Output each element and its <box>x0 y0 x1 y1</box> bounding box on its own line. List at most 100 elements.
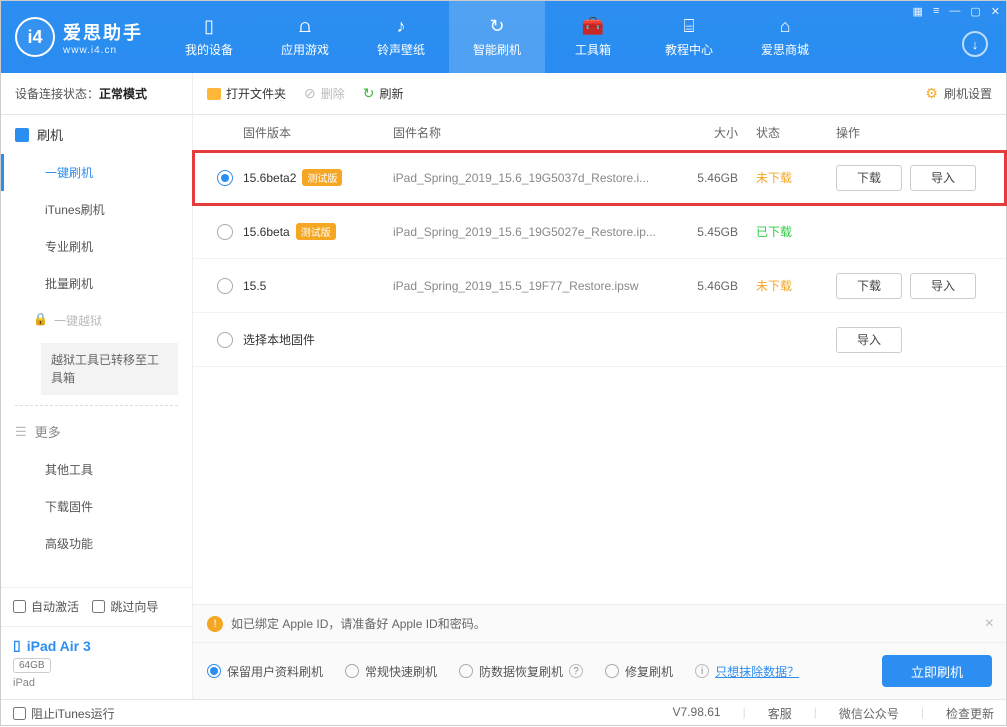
sidebar-item-download[interactable]: 下载固件 <box>1 488 192 525</box>
check-update-link[interactable]: 检查更新 <box>946 705 994 722</box>
logo: i4 爱思助手 www.i4.cn <box>1 1 161 73</box>
row-radio[interactable] <box>217 224 233 240</box>
row-radio[interactable] <box>217 170 233 186</box>
row-ops: 下载导入 <box>836 165 1006 191</box>
app-subtitle: www.i4.cn <box>63 45 143 56</box>
phone-icon: ▯ <box>204 16 214 37</box>
opt-normal[interactable]: 常规快速刷机 <box>345 663 437 680</box>
row-radio[interactable] <box>217 278 233 294</box>
import-button[interactable]: 导入 <box>910 273 976 299</box>
flash-icon <box>15 128 29 142</box>
import-button[interactable]: 导入 <box>836 327 902 353</box>
flash-settings-button[interactable]: ⚙刷机设置 <box>925 85 992 102</box>
sidebar-item-advanced[interactable]: 高级功能 <box>1 525 192 562</box>
delete-button[interactable]: ⊘删除 <box>304 85 345 102</box>
firmware-size: 5.46GB <box>676 279 756 293</box>
alert-text: 如已绑定 Apple ID，请准备好 Apple ID和密码。 <box>231 615 486 632</box>
folder-icon <box>207 88 221 100</box>
minimize-icon[interactable]: — <box>949 5 960 18</box>
main-panel: 固件版本 固件名称 大小 状态 操作 15.6beta2测试版iPad_Spri… <box>193 115 1006 699</box>
firmware-size: 5.45GB <box>676 225 756 239</box>
sidebar-item-batch[interactable]: 批量刷机 <box>1 265 192 302</box>
grid-view-icon[interactable]: ▦ <box>913 5 923 18</box>
sidebar-flash-head[interactable]: 刷机 <box>1 115 192 154</box>
opt-erase-link[interactable]: i只想抹除数据？ <box>695 663 799 680</box>
close-icon[interactable]: ✕ <box>991 5 1000 18</box>
import-button[interactable]: 导入 <box>910 165 976 191</box>
firmware-version: 选择本地固件 <box>243 331 315 348</box>
nav-toolbox[interactable]: 🧰工具箱 <box>545 1 641 73</box>
th-size: 大小 <box>676 124 756 141</box>
wechat-link[interactable]: 微信公众号 <box>839 705 899 722</box>
service-link[interactable]: 客服 <box>768 705 792 722</box>
table-row[interactable]: 15.6beta2测试版iPad_Spring_2019_15.6_19G503… <box>193 151 1006 205</box>
app-header: i4 爱思助手 www.i4.cn ▯我的设备 ⩍应用游戏 ♪铃声壁纸 ↻智能刷… <box>1 1 1006 73</box>
flash-options: 保留用户资料刷机 常规快速刷机 防数据恢复刷机? 修复刷机 i只想抹除数据？ 立… <box>193 643 1006 699</box>
music-icon: ♪ <box>397 16 406 37</box>
auto-activate-checkbox[interactable]: 自动激活 <box>13 598 79 615</box>
sidebar-item-pro[interactable]: 专业刷机 <box>1 228 192 265</box>
row-radio[interactable] <box>217 332 233 348</box>
more-icon: ☰ <box>15 424 27 440</box>
sidebar-item-oneclick[interactable]: 一键刷机 <box>1 154 192 191</box>
download-button[interactable]: 下载 <box>836 273 902 299</box>
firmware-status: 未下载 <box>756 277 836 294</box>
warning-icon: ! <box>207 616 223 632</box>
nav-my-device[interactable]: ▯我的设备 <box>161 1 257 73</box>
info-icon: i <box>695 664 709 678</box>
apps-icon: ⩍ <box>299 16 311 37</box>
connection-status: 设备连接状态：正常模式 <box>1 73 193 115</box>
maximize-icon[interactable]: ▢ <box>970 5 980 18</box>
alert-close-button[interactable]: × <box>985 615 994 633</box>
device-type: iPad <box>13 677 180 689</box>
sidebar-item-other[interactable]: 其他工具 <box>1 451 192 488</box>
sidebar-item-itunes[interactable]: iTunes刷机 <box>1 191 192 228</box>
firmware-filename: iPad_Spring_2019_15.6_19G5027e_Restore.i… <box>393 225 676 239</box>
download-button[interactable]: 下载 <box>836 165 902 191</box>
table-row[interactable]: 选择本地固件 导入 <box>193 313 1006 367</box>
sidebar-more-head[interactable]: ☰更多 <box>1 412 192 451</box>
list-view-icon[interactable]: ≡ <box>933 5 939 18</box>
firmware-status: 未下载 <box>756 169 836 186</box>
start-flash-button[interactable]: 立即刷机 <box>882 655 992 687</box>
th-status: 状态 <box>756 124 836 141</box>
refresh-icon: ↻ <box>363 85 375 102</box>
nav-tutorial[interactable]: ⌸教程中心 <box>641 1 737 73</box>
table-body: 15.6beta2测试版iPad_Spring_2019_15.6_19G503… <box>193 151 1006 367</box>
opt-keep-data[interactable]: 保留用户资料刷机 <box>207 663 323 680</box>
table-row[interactable]: 15.5iPad_Spring_2019_15.5_19F77_Restore.… <box>193 259 1006 313</box>
bottom-panel: ! 如已绑定 Apple ID，请准备好 Apple ID和密码。 × 保留用户… <box>193 604 1006 699</box>
device-icon: ▯ <box>13 637 21 654</box>
alert-bar: ! 如已绑定 Apple ID，请准备好 Apple ID和密码。 × <box>193 605 1006 643</box>
opt-repair[interactable]: 修复刷机 <box>605 663 673 680</box>
refresh-button[interactable]: ↻刷新 <box>363 85 404 102</box>
sidebar-bottom-options: 自动激活 跳过向导 <box>1 587 192 626</box>
nav-media[interactable]: ♪铃声壁纸 <box>353 1 449 73</box>
download-manager-icon[interactable]: ↓ <box>962 31 988 57</box>
lock-icon: 🔒 <box>33 312 48 329</box>
firmware-filename: iPad_Spring_2019_15.6_19G5037d_Restore.i… <box>393 171 676 185</box>
help-icon[interactable]: ? <box>569 664 583 678</box>
nav-flash[interactable]: ↻智能刷机 <box>449 1 545 73</box>
nav-store[interactable]: ⌂爱思商城 <box>737 1 833 73</box>
window-controls: ▦ ≡ — ▢ ✕ <box>913 5 1000 18</box>
jailbreak-note: 越狱工具已转移至工具箱 <box>41 343 178 395</box>
nav-tabs: ▯我的设备 ⩍应用游戏 ♪铃声壁纸 ↻智能刷机 🧰工具箱 ⌸教程中心 ⌂爱思商城 <box>161 1 833 73</box>
firmware-size: 5.46GB <box>676 171 756 185</box>
row-ops: 导入 <box>836 327 1006 353</box>
store-icon: ⌂ <box>780 16 791 37</box>
open-folder-button[interactable]: 打开文件夹 <box>207 85 286 102</box>
nav-apps[interactable]: ⩍应用游戏 <box>257 1 353 73</box>
beta-tag: 测试版 <box>302 169 342 186</box>
table-row[interactable]: 15.6beta测试版iPad_Spring_2019_15.6_19G5027… <box>193 205 1006 259</box>
device-name: iPad Air 3 <box>27 638 91 654</box>
firmware-filename: iPad_Spring_2019_15.5_19F77_Restore.ipsw <box>393 279 676 293</box>
footer: 阻止iTunes运行 V7.98.61 | 客服 | 微信公众号 | 检查更新 <box>1 699 1006 727</box>
row-ops: 下载导入 <box>836 273 1006 299</box>
opt-anti-recover[interactable]: 防数据恢复刷机? <box>459 663 583 680</box>
skip-guide-checkbox[interactable]: 跳过向导 <box>92 598 158 615</box>
version-label: V7.98.61 <box>673 705 721 722</box>
table-header: 固件版本 固件名称 大小 状态 操作 <box>193 115 1006 151</box>
device-card[interactable]: ▯iPad Air 3 64GB iPad <box>1 626 192 699</box>
block-itunes-checkbox[interactable]: 阻止iTunes运行 <box>13 705 115 722</box>
